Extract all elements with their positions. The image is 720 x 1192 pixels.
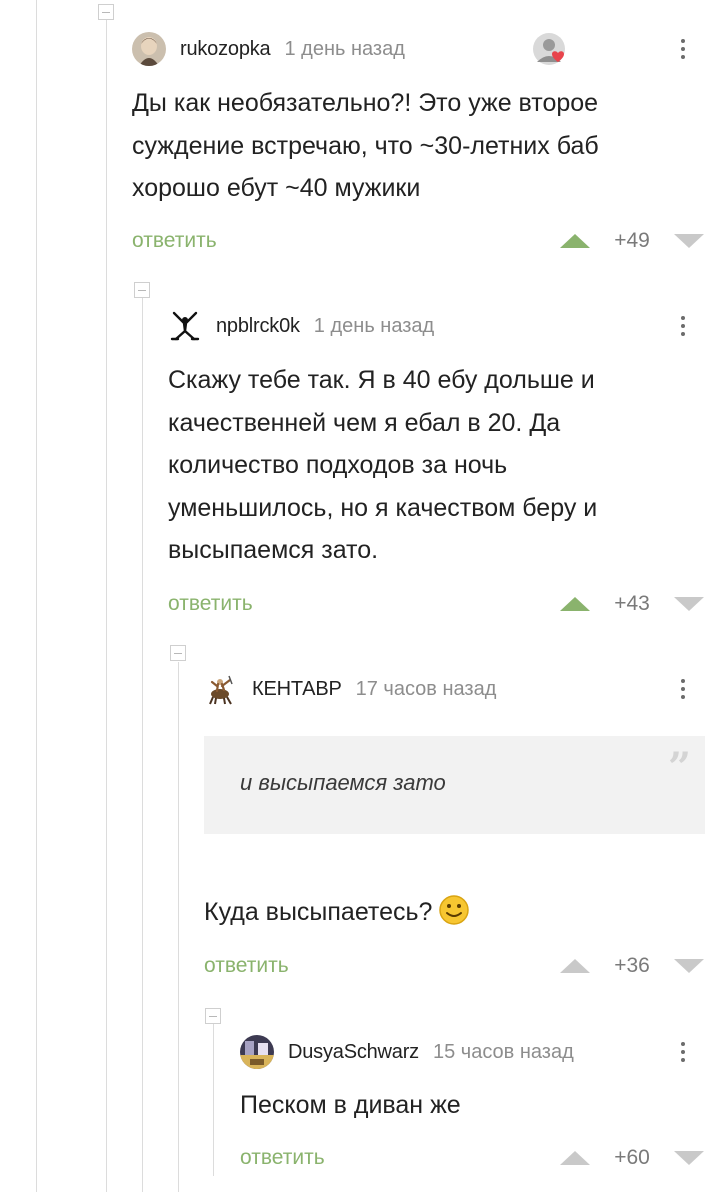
comment-text-line: уменьшилось, но я качеством беру и [168, 493, 598, 522]
comment-header: rukozopka 1 день назад [132, 32, 405, 66]
avatar[interactable] [240, 1035, 274, 1069]
rating-widget: +49 [558, 229, 706, 253]
rating-widget: +36 [558, 954, 706, 978]
avatar[interactable] [168, 309, 202, 343]
collapse-toggle-icon[interactable] [134, 282, 150, 298]
comment-header: npblrck0k 1 день назад [168, 309, 434, 343]
avatar[interactable] [204, 672, 238, 706]
thread-line [36, 0, 37, 1192]
comment-score: +36 [614, 954, 650, 977]
comment-author[interactable]: КЕНТАВР [252, 678, 342, 701]
comment-text-line: Песком в диван же [240, 1091, 461, 1119]
collapse-toggle-icon[interactable] [98, 4, 114, 20]
quote-text: и высыпаемся зато [240, 770, 446, 795]
comment-body: Скажу тебе так. Я в 40 ебу дольше и каче… [168, 359, 698, 572]
rating-widget: +43 [558, 592, 706, 616]
comment-author[interactable]: DusyaSchwarz [288, 1041, 419, 1064]
comment-text-line: суждение встречаю, что ~30-летних баб [132, 131, 599, 160]
comment-text-line: Скажу тебе так. Я в 40 ебу дольше и [168, 366, 595, 394]
comment-time: 17 часов назад [355, 677, 497, 700]
comment-time: 15 часов назад [432, 1040, 574, 1063]
more-options-icon[interactable] [673, 1035, 693, 1069]
comment-score: +49 [614, 229, 650, 252]
quote-icon: ” [667, 744, 691, 791]
comment-body: Куда высыпаетесь? [204, 891, 704, 934]
downvote-icon[interactable] [672, 231, 706, 251]
comment-author[interactable]: rukozopka [180, 38, 271, 61]
comment-text-line: высыпаемся зато. [168, 536, 379, 564]
upvote-icon[interactable] [558, 956, 592, 976]
thread-line [106, 20, 107, 1192]
comment-author[interactable]: npblrck0k [216, 315, 300, 338]
comment-time: 1 день назад [284, 37, 405, 60]
more-options-icon[interactable] [673, 672, 693, 706]
smiley-icon [438, 894, 470, 926]
upvote-icon[interactable] [558, 231, 592, 251]
comment-text-line: хорошо ебут ~40 мужики [132, 174, 421, 202]
collapse-toggle-icon[interactable] [170, 645, 186, 661]
thread-line [213, 1024, 214, 1176]
comment-text-line: Ды как необязательно?! Это уже второе [132, 89, 599, 117]
reply-button[interactable]: ответить [240, 1146, 325, 1170]
upvote-icon[interactable] [558, 594, 592, 614]
commenter-reaction-avatar [532, 32, 568, 68]
quote-block: ” и высыпаемся зато [204, 736, 705, 834]
downvote-icon[interactable] [672, 956, 706, 976]
comment-score: +60 [614, 1146, 650, 1169]
comment-header: КЕНТАВР 17 часов назад [204, 672, 496, 706]
comment-text-line: количество подходов за ночь [168, 451, 508, 479]
comment-text-line: качественней чем я ебал в 20. Да [168, 408, 561, 437]
more-options-icon[interactable] [673, 32, 693, 66]
comment-time: 1 день назад [313, 314, 435, 337]
downvote-icon[interactable] [672, 594, 706, 614]
downvote-icon[interactable] [672, 1148, 706, 1168]
comment-header: DusyaSchwarz 15 часов назад [240, 1035, 574, 1069]
upvote-icon[interactable] [558, 1148, 592, 1168]
thread-line [142, 298, 143, 1192]
reply-button[interactable]: ответить [132, 229, 217, 253]
comment-body: Ды как необязательно?! Это уже второе су… [132, 82, 692, 210]
reply-button[interactable]: ответить [168, 592, 253, 616]
collapse-toggle-icon[interactable] [205, 1008, 221, 1024]
thread-line [178, 662, 179, 1192]
comment-body: Песком в диван же [240, 1084, 700, 1127]
avatar[interactable] [132, 32, 166, 66]
comment-score: +43 [614, 592, 650, 615]
comment-text-line: Куда высыпаетесь? [204, 898, 433, 926]
more-options-icon[interactable] [673, 309, 693, 343]
reply-button[interactable]: ответить [204, 954, 289, 978]
rating-widget: +60 [558, 1146, 706, 1170]
